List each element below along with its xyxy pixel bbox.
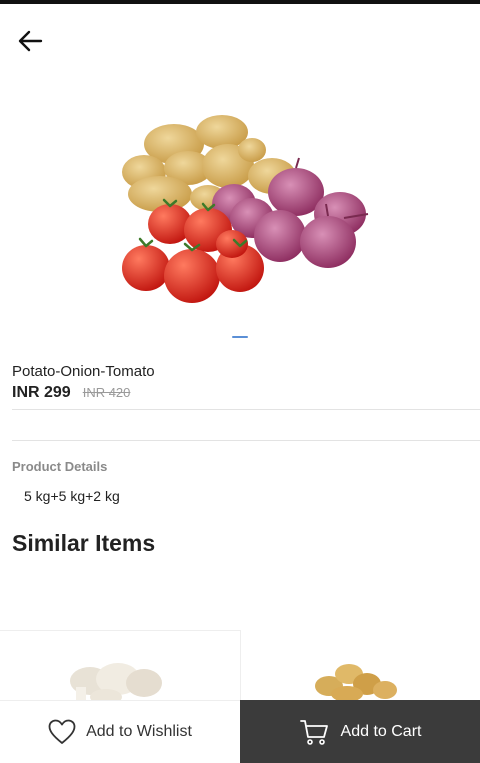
- divider: [12, 440, 480, 441]
- back-button[interactable]: [12, 24, 48, 58]
- status-bar: [0, 0, 480, 4]
- mushrooms-image: [70, 663, 162, 703]
- arrow-left-icon: [18, 30, 43, 52]
- cart-icon: [299, 719, 328, 745]
- heart-icon: [48, 719, 76, 744]
- divider: [12, 409, 480, 410]
- product-name: Potato-Onion-Tomato: [12, 363, 155, 380]
- product-image[interactable]: [112, 108, 370, 316]
- product-mrp: INR 420: [82, 385, 131, 400]
- product-price: INR 299: [12, 384, 71, 401]
- image-pager-indicator: [232, 336, 248, 338]
- add-to-cart-button[interactable]: Add to Cart: [240, 700, 480, 763]
- wishlist-label: Add to Wishlist: [86, 723, 192, 740]
- similar-items-title: Similar Items: [12, 530, 156, 556]
- similar-item-card[interactable]: [241, 630, 480, 710]
- price-row: INR 299 INR 420: [12, 384, 130, 402]
- cart-label: Add to Cart: [340, 722, 422, 740]
- similar-item-card[interactable]: [0, 630, 241, 711]
- product-details-title: Product Details: [12, 459, 108, 474]
- bottom-action-bar: Add to Wishlist Add to Cart: [0, 700, 480, 763]
- product-details-value: 5 kg+5 kg+2 kg: [24, 488, 120, 504]
- potatoes-image: [315, 664, 397, 702]
- add-to-wishlist-button[interactable]: Add to Wishlist: [0, 700, 240, 763]
